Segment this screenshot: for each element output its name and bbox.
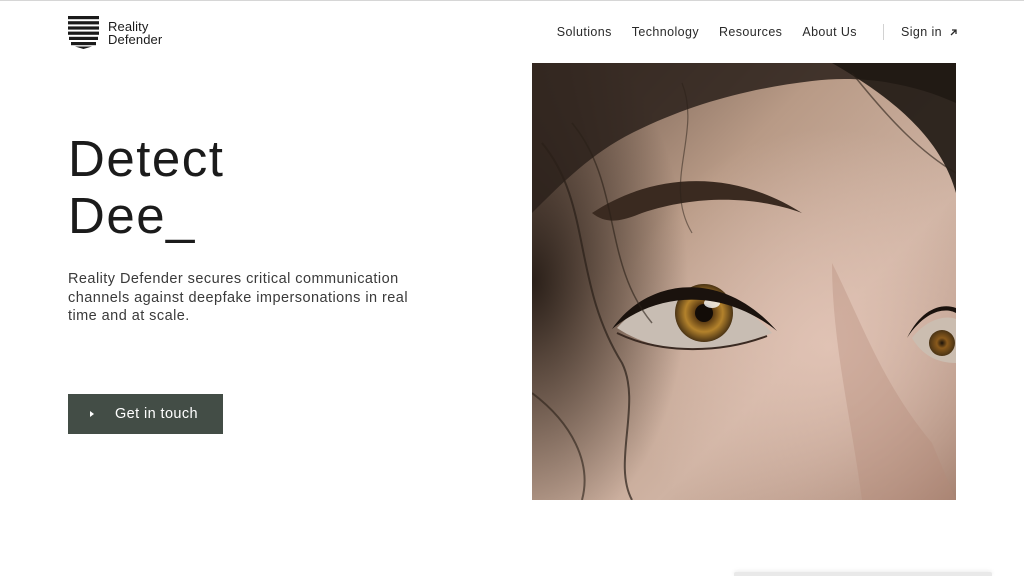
arrow-up-right-icon (950, 28, 957, 35)
hero-subtext: Reality Defender secures critical commun… (68, 271, 408, 324)
main-nav: Solutions Technology Resources About Us … (557, 24, 958, 40)
hero-headline-line2: Dee_ (68, 187, 196, 244)
bottom-floating-panel-edge (734, 572, 992, 576)
hero-headline-line1: Detect (68, 130, 225, 187)
brand-name: Reality Defender (108, 20, 162, 46)
nav-item-about-us[interactable]: About Us (802, 25, 857, 39)
nav-item-solutions[interactable]: Solutions (557, 25, 612, 39)
nav-item-resources[interactable]: Resources (719, 25, 782, 39)
sign-in-label: Sign in (900, 25, 942, 39)
get-in-touch-label: Get in touch (115, 406, 198, 422)
nav-item-technology[interactable]: Technology (632, 25, 699, 39)
sign-in-link[interactable]: Sign in (901, 25, 958, 39)
play-triangle-icon (90, 411, 94, 417)
nav-divider (882, 24, 884, 40)
hero-eye-photo (532, 63, 956, 500)
top-border (0, 0, 1024, 1)
hero-eye-illustration (532, 63, 956, 500)
brand-name-line1: Reality (108, 18, 149, 34)
brand-logo[interactable]: Reality Defender (68, 16, 162, 49)
hero-headline: Detect Dee_ (68, 130, 224, 244)
get-in-touch-button[interactable]: Get in touch (68, 394, 223, 434)
brand-name-line2: Defender (108, 31, 163, 47)
stacked-stripes-shield-icon (68, 16, 99, 49)
